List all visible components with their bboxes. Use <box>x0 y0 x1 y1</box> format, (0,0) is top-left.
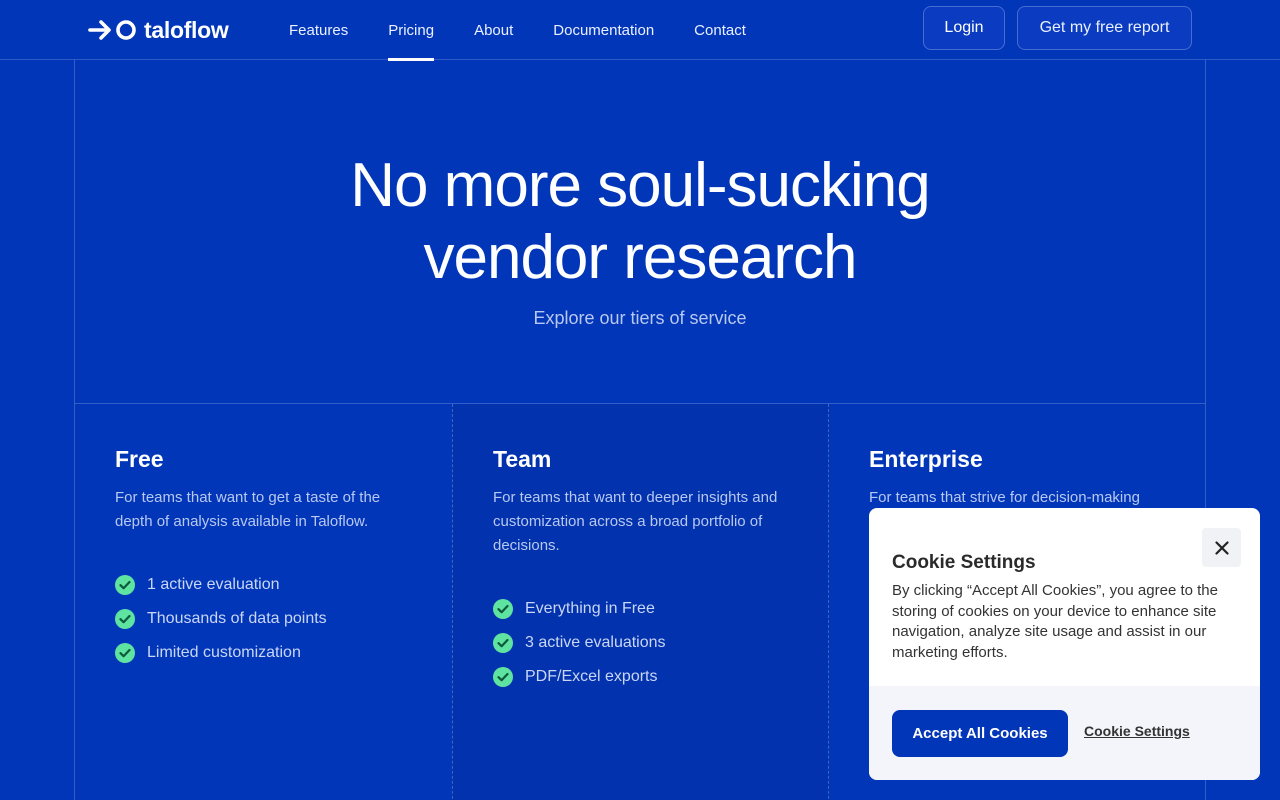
login-button[interactable]: Login <box>923 6 1005 50</box>
hero-section: No more soul-sucking vendor research Exp… <box>75 60 1205 404</box>
nav-link-contact[interactable]: Contact <box>694 0 746 60</box>
page-title-line-2: vendor research <box>423 223 857 292</box>
plan-name: Enterprise <box>869 446 983 472</box>
plan-description: For teams that want to deeper insights a… <box>493 489 778 554</box>
close-cookie-button[interactable] <box>1202 528 1241 567</box>
check-circle-icon <box>493 667 513 687</box>
plan-free: Free For teams that want to get a taste … <box>75 404 452 800</box>
check-circle-icon <box>115 643 135 663</box>
feature-label: Everything in Free <box>525 600 655 617</box>
cookie-title: Cookie Settings <box>892 552 1036 573</box>
cookie-settings-link[interactable]: Cookie Settings <box>1084 723 1190 739</box>
feature-label: PDF/Excel exports <box>525 668 658 685</box>
feature-label: 3 active evaluations <box>525 634 666 651</box>
plan-features: 1 active evaluation Thousands of data po… <box>115 568 327 670</box>
plan-name: Free <box>115 446 164 472</box>
arrow-ring-logo-icon <box>88 20 136 40</box>
accept-all-cookies-button[interactable]: Accept All Cookies <box>892 710 1068 757</box>
check-circle-icon <box>115 609 135 629</box>
plan-features: Everything in Free 3 active evaluations … <box>493 592 666 694</box>
nav-link-about[interactable]: About <box>474 0 513 60</box>
brand-name: taloflow <box>144 16 229 43</box>
cookie-text: By clicking “Accept All Cookies”, you ag… <box>892 582 1218 661</box>
cookie-banner: Cookie Settings By clicking “Accept All … <box>869 508 1260 780</box>
check-circle-icon <box>115 575 135 595</box>
close-icon <box>1214 540 1229 555</box>
nav-links: Features Pricing About Documentation Con… <box>289 0 786 61</box>
feature-label: Limited customization <box>147 644 301 661</box>
nav-link-documentation[interactable]: Documentation <box>553 0 654 60</box>
feature-item: 1 active evaluation <box>115 568 327 602</box>
plan-name: Team <box>493 446 552 472</box>
check-circle-icon <box>493 633 513 653</box>
feature-label: Thousands of data points <box>147 610 327 627</box>
plan-description: For teams that strive for decision-makin… <box>869 489 1140 506</box>
logo[interactable]: taloflow <box>88 16 229 44</box>
plan-description: For teams that want to get a taste of th… <box>115 489 381 530</box>
feature-item: Thousands of data points <box>115 602 327 636</box>
feature-item: 3 active evaluations <box>493 626 666 660</box>
nav-link-pricing[interactable]: Pricing <box>388 0 434 61</box>
check-circle-icon <box>493 599 513 619</box>
feature-item: Limited customization <box>115 636 327 670</box>
page-title: No more soul-sucking vendor research <box>75 150 1205 294</box>
feature-label: 1 active evaluation <box>147 576 280 593</box>
page-title-line-1: No more soul-sucking <box>350 151 931 220</box>
nav-link-features[interactable]: Features <box>289 0 348 60</box>
feature-item: Everything in Free <box>493 592 666 626</box>
page-subtitle: Explore our tiers of service <box>533 308 747 328</box>
free-report-button[interactable]: Get my free report <box>1017 6 1192 50</box>
feature-item: PDF/Excel exports <box>493 660 666 694</box>
top-navigation: taloflow Features Pricing About Document… <box>0 0 1280 61</box>
cookie-actions: Accept All Cookies Cookie Settings <box>869 686 1260 780</box>
plan-team: Team For teams that want to deeper insig… <box>452 404 829 800</box>
